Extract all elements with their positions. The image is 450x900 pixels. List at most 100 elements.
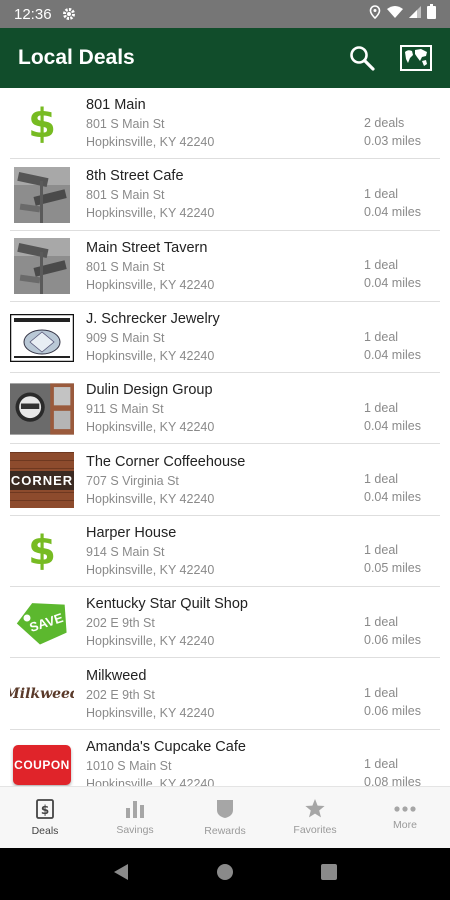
city-address: Hopkinsville, KY 42240 [86, 277, 215, 292]
savings-icon [126, 800, 144, 818]
map-button[interactable] [400, 42, 432, 74]
nav-label: Deals [31, 824, 59, 837]
nav-label: More [393, 818, 417, 831]
street-sign-photo [10, 166, 74, 223]
recents-button[interactable] [320, 863, 337, 885]
list-item[interactable]: CORNER The Corner Coffeehouse 707 S Virgi… [0, 444, 450, 517]
deal-count: 1 deal [364, 614, 399, 629]
street-sign-photo [10, 238, 74, 295]
distance: 0.04 miles [364, 276, 421, 291]
nav-more[interactable]: More [360, 787, 450, 848]
dollar-icon: $ [28, 528, 56, 575]
city-address: Hopkinsville, KY 42240 [86, 491, 215, 506]
nav-deals[interactable]: $ Deals [0, 787, 90, 848]
status-bar: 12:36 [0, 0, 450, 28]
street-address: 801 S Main St [86, 259, 165, 274]
battery-icon [427, 4, 436, 24]
street-address: 911 S Main St [86, 402, 164, 417]
distance: 0.04 miles [364, 418, 421, 433]
city-address: Hopkinsville, KY 42240 [86, 634, 215, 649]
list-item[interactable]: COUPON Amanda's Cupcake Cafe 1010 S Main … [0, 730, 450, 786]
distance: 0.08 miles [364, 775, 421, 786]
world-map-icon [400, 45, 432, 71]
location-icon [369, 4, 381, 24]
home-button[interactable] [216, 863, 234, 886]
svg-text:$: $ [41, 803, 49, 817]
rewards-icon [217, 799, 233, 818]
nav-favorites[interactable]: Favorites [270, 787, 360, 848]
corner-coffeehouse-photo: CORNER [10, 452, 74, 509]
deal-count: 1 deal [364, 543, 399, 558]
deal-count: 1 deal [364, 186, 399, 201]
city-address: Hopkinsville, KY 42240 [86, 349, 215, 364]
deal-count: 1 deal [364, 757, 399, 772]
deal-count: 1 deal [364, 472, 399, 487]
deal-count: 2 deals [364, 115, 405, 130]
distance: 0.04 miles [364, 490, 421, 505]
business-name: Kentucky Star Quilt Shop [86, 596, 248, 613]
list-item[interactable]: $ 801 Main 801 S Main St Hopkinsville, KY … [0, 88, 450, 160]
street-address: 707 S Virginia St [86, 473, 179, 488]
business-name: Milkweed [86, 667, 147, 684]
list-item[interactable]: 8th Street Cafe 801 S Main St Hopkinsville… [0, 159, 450, 231]
distance: 0.06 miles [364, 632, 421, 647]
nav-savings[interactable]: Savings [90, 787, 180, 848]
list-item[interactable]: SAVE Kentucky Star Quilt Shop 202 E 9th S… [0, 587, 450, 659]
business-name: Dulin Design Group [86, 382, 213, 399]
street-address: 909 S Main St [86, 331, 165, 346]
distance: 0.06 miles [364, 704, 421, 719]
business-name: J. Schrecker Jewelry [86, 311, 220, 328]
business-name: 8th Street Cafe [86, 168, 184, 185]
status-time: 12:36 [14, 5, 52, 23]
home-icon [216, 863, 233, 880]
deals-icon: $ [36, 798, 54, 819]
favorites-icon [305, 799, 325, 818]
storefront-photo [10, 381, 74, 437]
deal-count: 1 deal [364, 329, 399, 344]
page-title: Local Deals [18, 46, 135, 69]
bottom-nav: $ Deals Savings Rewards Favorites More [0, 786, 450, 848]
list-item[interactable]: $ Harper House 914 S Main St Hopkinsville,… [0, 516, 450, 588]
street-address: 202 E 9th St [86, 687, 155, 702]
city-address: Hopkinsville, KY 42240 [86, 705, 215, 720]
app-bar: Local Deals [0, 28, 450, 88]
settings-gear-icon [62, 7, 76, 21]
business-name: The Corner Coffeehouse [86, 453, 246, 470]
save-tag-icon: SAVE [10, 595, 74, 651]
business-name: 801 Main [86, 97, 146, 114]
deal-count: 1 deal [364, 686, 399, 701]
business-name: Amanda's Cupcake Cafe [86, 738, 246, 755]
recents-icon [320, 863, 337, 880]
search-button[interactable] [346, 42, 378, 74]
deal-count: 1 deal [364, 258, 399, 273]
distance: 0.05 miles [364, 561, 421, 576]
city-address: Hopkinsville, KY 42240 [86, 420, 215, 435]
nav-label: Rewards [204, 824, 246, 837]
more-icon [394, 805, 416, 812]
nav-rewards[interactable]: Rewards [180, 787, 270, 848]
wifi-icon [387, 5, 403, 24]
distance: 0.04 miles [364, 347, 421, 362]
street-address: 801 S Main St [86, 188, 165, 203]
dollar-icon: $ [28, 100, 56, 147]
street-address: 202 E 9th St [86, 616, 155, 631]
city-address: Hopkinsville, KY 42240 [86, 135, 215, 150]
signal-icon [409, 5, 421, 24]
city-address: Hopkinsville, KY 42240 [86, 562, 215, 577]
list-item[interactable]: J. Schrecker Jewelry 909 S Main St Hopkins… [0, 302, 450, 374]
nav-label: Favorites [293, 824, 337, 836]
back-button[interactable] [113, 863, 129, 886]
jewelry-logo [10, 310, 74, 366]
list-item[interactable]: Main Street Tavern 801 S Main St Hopkinsvi… [0, 231, 450, 303]
distance: 0.04 miles [364, 204, 421, 219]
street-address: 914 S Main St [86, 544, 165, 559]
list-item[interactable]: Dulin Design Group 911 S Main St Hopkinsvi… [0, 373, 450, 445]
search-icon [350, 46, 375, 71]
list-item[interactable]: Milkweed Milkweed 202 E 9th St Hopkinsvill… [0, 658, 450, 730]
nav-label: Savings [116, 823, 154, 836]
deal-count: 1 deal [364, 400, 399, 415]
system-nav-bar [0, 848, 450, 900]
city-address: Hopkinsville, KY 42240 [86, 776, 215, 786]
coupon-icon: COUPON [10, 737, 74, 786]
distance: 0.03 miles [364, 133, 421, 148]
